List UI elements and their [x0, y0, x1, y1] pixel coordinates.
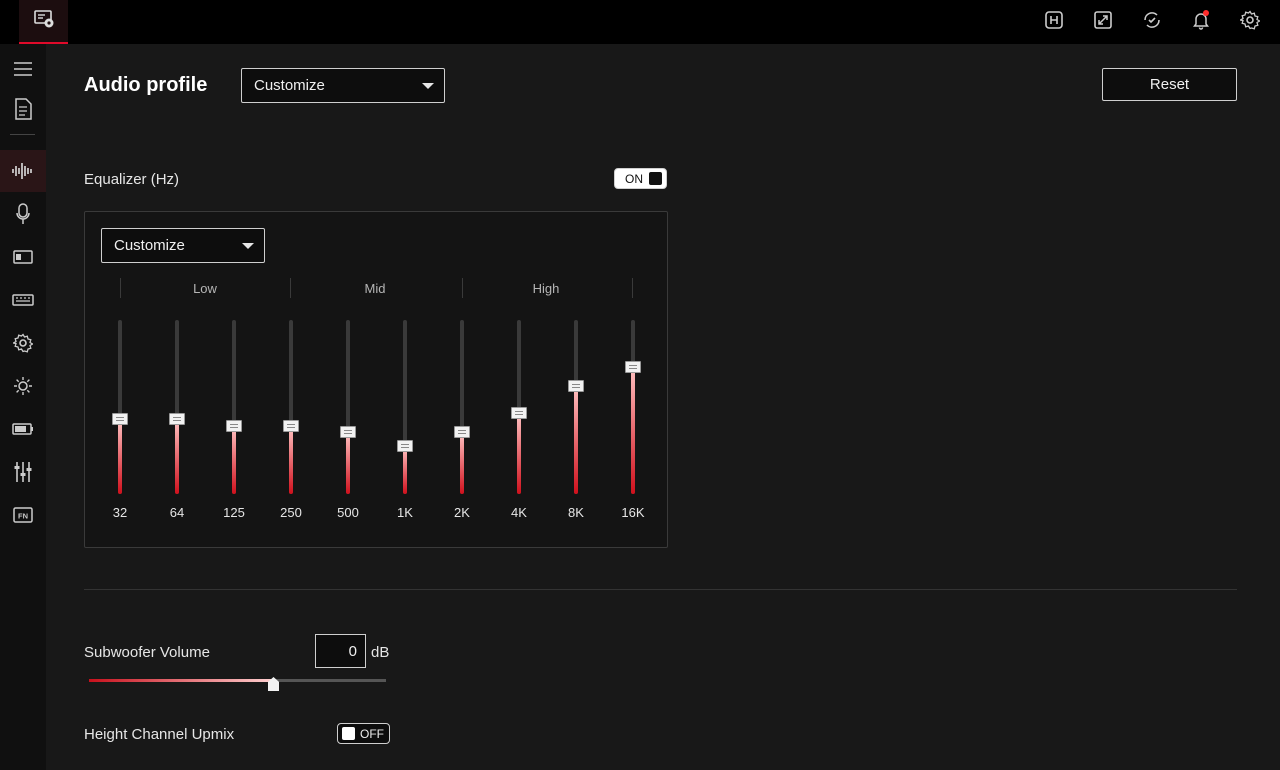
bell-icon[interactable] [1188, 8, 1213, 33]
eq-band-slider[interactable] [504, 320, 534, 510]
group-separator [120, 278, 121, 298]
sidebar-separator [10, 134, 35, 135]
eq-band-fill [232, 428, 236, 494]
eq-band-slider[interactable] [162, 320, 192, 510]
eq-band-frequency-label: 8K [568, 505, 584, 520]
upmix-label: Height Channel Upmix [84, 726, 235, 743]
eq-band-thumb[interactable] [568, 380, 584, 392]
audio-wave-icon[interactable] [0, 150, 46, 192]
subwoofer-label: Subwoofer Volume [84, 644, 210, 661]
eq-band-frequency-label: 125 [223, 505, 245, 520]
eq-band-thumb[interactable] [283, 420, 299, 432]
fn-key-label: FN [18, 512, 28, 521]
eq-band-frequency-label: 2K [454, 505, 470, 520]
eq-band-thumb[interactable] [226, 420, 242, 432]
main-content: Audio profile Customize Reset Equalizer … [46, 44, 1280, 770]
group-label-mid: Mid [364, 281, 386, 296]
app-icon [33, 9, 55, 34]
app-tab[interactable] [19, 0, 68, 44]
eq-band-frequency-label: 32 [112, 505, 128, 520]
eq-band-frequency-label: 1K [397, 505, 413, 520]
group-label-high: High [532, 281, 560, 296]
reset-button[interactable]: Reset [1102, 68, 1237, 101]
eq-band-slider[interactable] [219, 320, 249, 510]
macro-h-icon[interactable] [1041, 8, 1066, 33]
sidebar: FN [0, 44, 46, 770]
group-separator [462, 278, 463, 298]
audio-profile-value: Customize [254, 77, 325, 94]
eq-band-frequency-label: 64 [169, 505, 185, 520]
eq-band-thumb[interactable] [511, 407, 527, 419]
menu-icon[interactable] [0, 48, 46, 90]
notification-dot [1203, 9, 1209, 16]
equalizer-label: Equalizer (Hz) [84, 171, 180, 188]
page-title: Audio profile [84, 74, 208, 96]
eq-band-fill [517, 415, 521, 494]
top-bar [0, 0, 1280, 44]
eq-band-frequency-label: 16K [621, 505, 645, 520]
eq-band-thumb[interactable] [112, 413, 128, 425]
eq-band-slider[interactable] [561, 320, 591, 510]
chevron-down-icon [422, 82, 434, 89]
eq-band-thumb[interactable] [340, 426, 356, 438]
subwoofer-value-input[interactable] [315, 634, 366, 668]
group-separator [290, 278, 291, 298]
eq-band-slider[interactable] [105, 320, 135, 510]
sync-check-icon[interactable] [1139, 8, 1164, 33]
subwoofer-slider[interactable] [89, 677, 386, 691]
eq-band-thumb[interactable] [169, 413, 185, 425]
display-icon[interactable] [0, 236, 46, 278]
eq-band-frequency-label: 500 [337, 505, 359, 520]
gear-icon[interactable] [0, 322, 46, 364]
eq-band-slider[interactable] [390, 320, 420, 510]
eq-band-thumb[interactable] [625, 361, 641, 373]
microphone-icon[interactable] [0, 193, 46, 235]
keyboard-icon[interactable] [0, 279, 46, 321]
eq-band-slider[interactable] [276, 320, 306, 510]
upmix-toggle[interactable]: OFF [337, 723, 390, 744]
equalizer-preset-value: Customize [114, 237, 185, 254]
battery-icon[interactable] [0, 408, 46, 450]
gear-icon[interactable] [1237, 8, 1262, 33]
eq-band-fill [631, 369, 635, 494]
subwoofer-slider-fill [89, 679, 273, 682]
equalizer-toggle-label: ON [625, 171, 643, 186]
equalizer-panel: Customize Low Mid High 32 64 125 250 500 1K 2K… [84, 211, 668, 548]
fn-key-icon[interactable]: FN [0, 494, 46, 536]
eq-band-fill [574, 388, 578, 494]
eq-band-frequency-label: 4K [511, 505, 527, 520]
eq-band-fill [118, 421, 122, 494]
upmix-toggle-label: OFF [360, 726, 384, 741]
eq-band-slider[interactable] [447, 320, 477, 510]
eq-band-frequency-label: 250 [280, 505, 302, 520]
mixer-icon[interactable] [0, 451, 46, 493]
toggle-knob [342, 727, 355, 740]
equalizer-preset-select[interactable]: Customize [101, 228, 265, 263]
eq-band-fill [346, 434, 350, 494]
eq-band-thumb[interactable] [397, 440, 413, 452]
document-icon[interactable] [0, 88, 46, 130]
eq-band-fill [175, 421, 179, 494]
section-divider [84, 589, 1237, 590]
chevron-down-icon [242, 242, 254, 249]
equalizer-toggle[interactable]: ON [614, 168, 667, 189]
eq-band-fill [460, 434, 464, 494]
toggle-knob [649, 172, 662, 185]
group-separator [632, 278, 633, 298]
audio-profile-select[interactable]: Customize [241, 68, 445, 103]
eq-band-fill [403, 448, 407, 494]
subwoofer-unit: dB [371, 644, 390, 661]
eq-band-slider[interactable] [333, 320, 363, 510]
group-label-low: Low [193, 281, 217, 296]
lighting-icon[interactable] [0, 365, 46, 407]
eq-band-thumb[interactable] [454, 426, 470, 438]
eq-band-slider[interactable] [618, 320, 648, 510]
screen-expand-icon[interactable] [1090, 8, 1115, 33]
eq-band-fill [289, 428, 293, 494]
